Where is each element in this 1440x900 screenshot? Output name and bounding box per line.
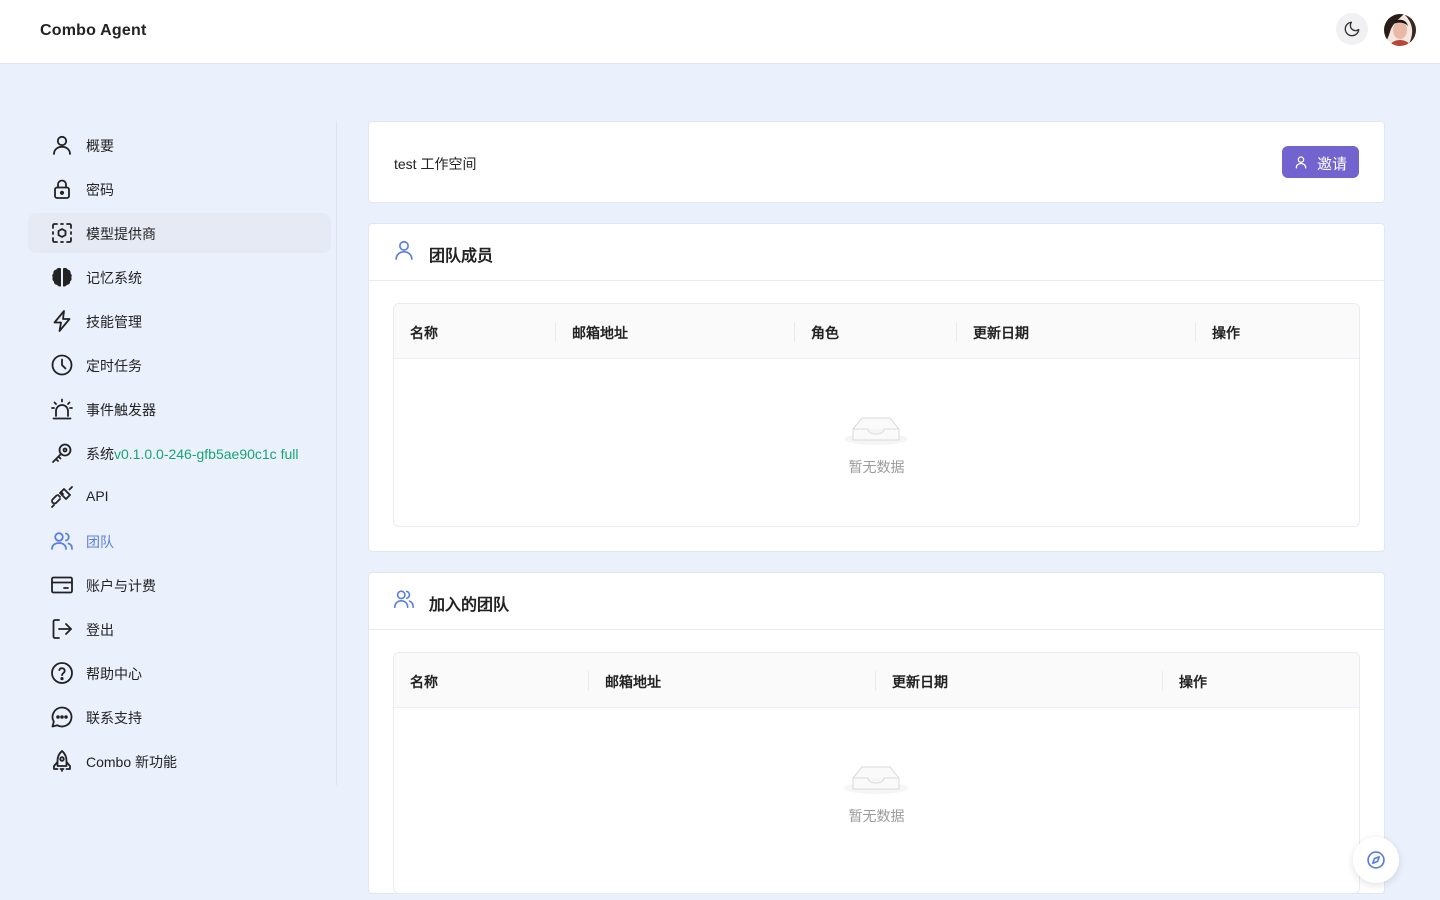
sidebar-item-team[interactable]: 团队 — [28, 521, 331, 561]
credit-card-icon — [51, 576, 73, 594]
clock-icon — [51, 354, 73, 376]
sidebar-item-label: API — [86, 488, 109, 504]
empty-text: 暂无数据 — [848, 808, 905, 824]
sidebar-item-label: 概要 — [86, 138, 114, 154]
sidebar-item-billing[interactable]: 账户与计费 — [28, 565, 331, 605]
lock-icon — [54, 179, 70, 199]
column-divider — [794, 322, 795, 342]
sidebar-item-label: 联系支持 — [86, 710, 142, 726]
brain-icon — [52, 267, 72, 287]
app-title: Combo Agent — [40, 22, 147, 39]
invite-button[interactable]: 邀请 — [1282, 146, 1359, 178]
compass-icon — [1367, 851, 1385, 869]
sidebar-item-logout[interactable]: 登出 — [28, 609, 331, 649]
table-header: 名称 邮箱地址 更新日期 操作 — [394, 653, 1359, 708]
siren-icon — [51, 398, 73, 420]
joined-teams-card: 加入的团队 名称 邮箱地址 更新日期 操作 暂无数据 — [368, 572, 1385, 894]
plug-icon — [51, 486, 73, 508]
chat-icon — [51, 706, 73, 728]
moon-icon — [1344, 21, 1360, 37]
table-header: 名称 邮箱地址 角色 更新日期 操作 — [394, 304, 1359, 359]
help-icon — [51, 662, 73, 684]
column-header-name[interactable]: 名称 — [410, 672, 438, 692]
column-header-name[interactable]: 名称 — [410, 323, 438, 343]
version-text: v0.1.0.0-246-gfb5ae90c1c full — [114, 446, 299, 462]
column-divider — [1162, 671, 1163, 691]
rocket-icon — [53, 750, 71, 772]
sidebar-item-label: 帮助中心 — [86, 666, 142, 682]
users-icon — [51, 532, 73, 550]
sidebar-item-label: Combo 新功能 — [86, 754, 178, 770]
sidebar-item-label: 团队 — [86, 534, 114, 550]
sidebar-item-system[interactable]: 系统v0.1.0.0-246-gfb5ae90c1c full — [28, 433, 331, 473]
sidebar-item-overview[interactable]: 概要 — [28, 125, 331, 165]
column-header-email[interactable]: 邮箱地址 — [605, 672, 661, 692]
column-header-updated[interactable]: 更新日期 — [973, 323, 1029, 343]
column-divider — [555, 322, 556, 342]
empty-inbox-icon — [844, 417, 908, 445]
workspace-name: test 工作空间 — [394, 156, 477, 172]
column-divider — [875, 671, 876, 691]
theme-toggle-button[interactable] — [1336, 13, 1368, 45]
column-divider — [956, 322, 957, 342]
sidebar-item-label: 技能管理 — [86, 314, 142, 330]
user-icon — [395, 240, 413, 260]
system-label: 系统 — [86, 446, 114, 462]
sidebar-item-label: 记忆系统 — [86, 270, 142, 286]
sidebar-item-api[interactable]: API — [28, 477, 331, 517]
users-icon — [394, 590, 414, 609]
column-header-actions[interactable]: 操作 — [1179, 672, 1207, 692]
invite-label: 邀请 — [1317, 156, 1348, 173]
sidebar-item-contact-support[interactable]: 联系支持 — [28, 697, 331, 737]
lightning-icon — [53, 310, 71, 332]
sidebar-item-label: 密码 — [86, 182, 114, 198]
sidebar-item-help-center[interactable]: 帮助中心 — [28, 653, 331, 693]
sidebar-item-label: 定时任务 — [86, 358, 142, 374]
sidebar-item-scheduled-tasks[interactable]: 定时任务 — [28, 345, 331, 385]
empty-text: 暂无数据 — [848, 459, 905, 475]
sidebar-item-label: 登出 — [86, 622, 114, 638]
top-bar: Combo Agent — [0, 0, 1440, 64]
user-icon — [53, 135, 71, 155]
empty-inbox-icon — [844, 766, 908, 794]
sidebar-item-event-triggers[interactable]: 事件触发器 — [28, 389, 331, 429]
sidebar-item-label: 系统v0.1.0.0-246-gfb5ae90c1c full — [86, 444, 298, 464]
workspace-card: test 工作空间 邀请 — [368, 121, 1385, 203]
model-provider-icon — [52, 223, 72, 243]
column-header-role[interactable]: 角色 — [811, 323, 839, 343]
column-header-updated[interactable]: 更新日期 — [892, 672, 948, 692]
sidebar-item-label: 事件触发器 — [86, 402, 156, 418]
key-icon — [52, 443, 72, 463]
column-header-actions[interactable]: 操作 — [1212, 323, 1240, 343]
sidebar-item-label: 账户与计费 — [86, 578, 156, 594]
section-header: 加入的团队 — [369, 573, 1384, 630]
members-table: 名称 邮箱地址 角色 更新日期 操作 暂无数据 — [393, 303, 1360, 527]
compass-button[interactable] — [1353, 837, 1399, 883]
sidebar-item-model-provider[interactable]: 模型提供商 — [28, 213, 331, 253]
section-title: 团队成员 — [429, 248, 494, 265]
sidebar-item-label: 模型提供商 — [86, 226, 156, 242]
sidebar-item-skills[interactable]: 技能管理 — [28, 301, 331, 341]
sidebar-item-password[interactable]: 密码 — [28, 169, 331, 209]
user-icon — [1295, 156, 1307, 169]
sidebar-item-memory[interactable]: 记忆系统 — [28, 257, 331, 297]
logout-icon — [52, 619, 72, 639]
avatar[interactable] — [1384, 14, 1416, 46]
column-divider — [1195, 322, 1196, 342]
sidebar-item-whats-new[interactable]: Combo 新功能 — [28, 741, 331, 781]
column-header-email[interactable]: 邮箱地址 — [572, 323, 628, 343]
sidebar: 概要 密码 模型提供商 记忆系统 技能管理 定时任务 事件触发器 系统v0.1.… — [28, 121, 337, 785]
section-header: 团队成员 — [369, 224, 1384, 281]
column-divider — [588, 671, 589, 691]
team-members-card: 团队成员 名称 邮箱地址 角色 更新日期 操作 暂无数据 — [368, 223, 1385, 552]
joined-teams-table: 名称 邮箱地址 更新日期 操作 暂无数据 — [393, 652, 1360, 894]
section-title: 加入的团队 — [429, 597, 510, 614]
